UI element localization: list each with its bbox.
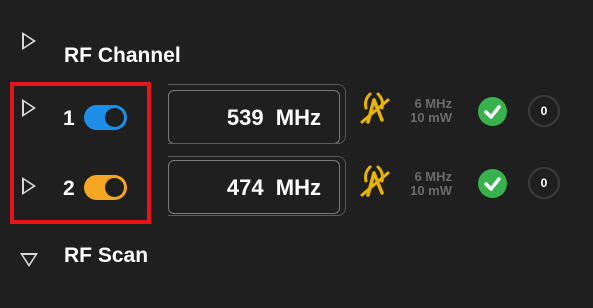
channel-2-status-check-icon xyxy=(478,169,507,198)
channel-2-bandwidth: 6 MHz xyxy=(414,169,452,184)
channel-1-bandwidth: 6 MHz xyxy=(414,96,452,111)
check-icon xyxy=(484,105,501,119)
channel-1-frequency-field[interactable]: 539 MHz xyxy=(168,90,340,144)
selection-highlight-box xyxy=(10,82,151,224)
channel-1-power: 10 mW xyxy=(410,110,452,125)
antenna-signal-icon xyxy=(360,165,390,197)
channel-1-frequency: 539 MHz xyxy=(226,105,321,130)
antenna-signal-icon xyxy=(360,92,390,124)
channel-2-frequency-field[interactable]: 474 MHz xyxy=(168,160,340,214)
channel-2-power: 10 mW xyxy=(410,183,452,198)
channel-1-count-badge[interactable]: 0 xyxy=(528,95,560,127)
rf-scan-expander-icon[interactable] xyxy=(20,253,38,267)
rf-channel-title: RF Channel xyxy=(64,44,181,67)
channel-1-status-check-icon xyxy=(478,97,507,126)
rf-channel-expander-icon[interactable] xyxy=(22,32,36,50)
channel-2-count-badge[interactable]: 0 xyxy=(528,167,560,199)
rf-scan-title: RF Scan xyxy=(64,244,149,267)
channel-2-frequency: 474 MHz xyxy=(226,175,321,200)
check-icon xyxy=(484,177,501,191)
